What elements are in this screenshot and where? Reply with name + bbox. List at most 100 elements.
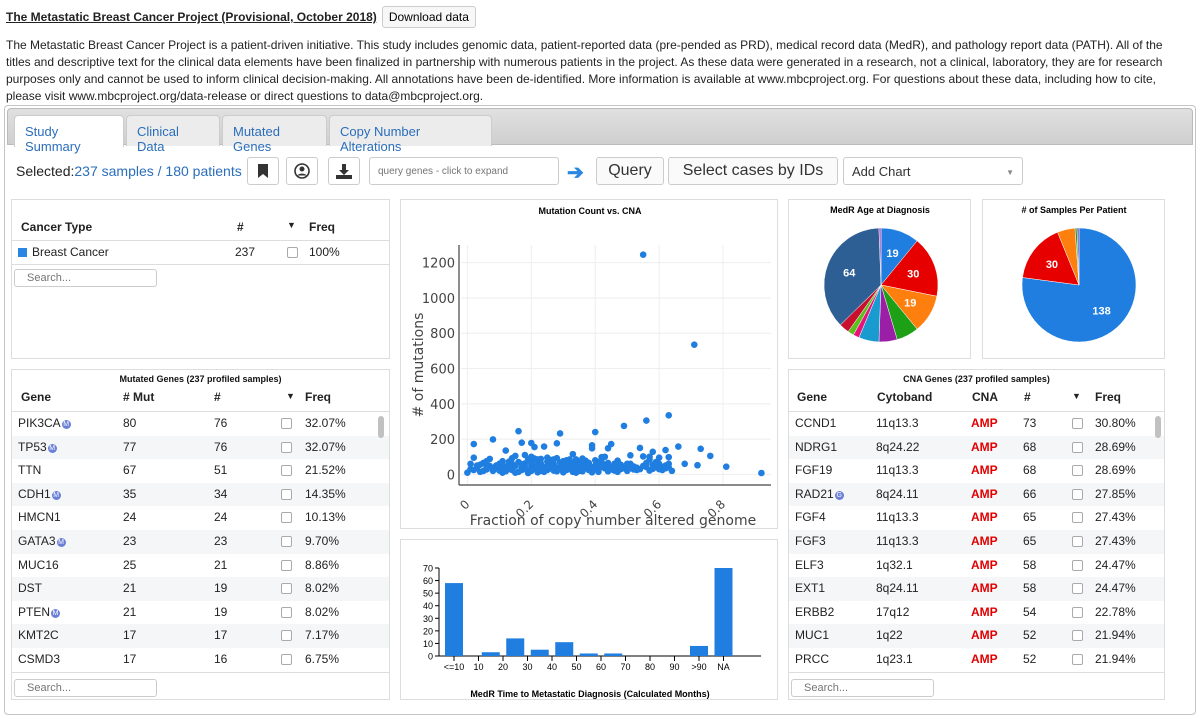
row-checkbox[interactable] [1072, 654, 1083, 665]
sample-count: 51 [214, 459, 227, 483]
table-row[interactable]: ELF3 1q32.1 AMP 58 24.47% [789, 554, 1164, 578]
table-row[interactable]: TP53 M 77 76 32.07% [12, 435, 389, 460]
table-row[interactable]: RAD21 G 8q24.11 AMP 66 27.85% [789, 482, 1164, 507]
tab-mutated-genes[interactable]: Mutated Genes [222, 115, 327, 154]
cna-badge-icon[interactable]: G [834, 490, 844, 500]
row-checkbox[interactable] [281, 512, 292, 524]
query-genes-input[interactable] [369, 157, 559, 185]
add-chart-select[interactable]: Add Chart ▼ [843, 157, 1023, 185]
col-header-cna[interactable]: CNA [972, 390, 998, 404]
row-checkbox[interactable] [1072, 465, 1083, 477]
cna-genes-search-input[interactable] [791, 679, 934, 697]
scrollbar-thumb[interactable] [1155, 416, 1161, 438]
table-row[interactable]: CCND1 11q13.3 AMP 73 30.80% [789, 412, 1164, 436]
select-cases-button[interactable]: Select cases by IDs [668, 157, 838, 185]
row-checkbox[interactable] [281, 559, 292, 571]
col-header-freq[interactable]: Freq [309, 220, 335, 234]
col-header-freq[interactable]: Freq [1095, 390, 1121, 404]
data-point [697, 445, 704, 453]
table-row[interactable]: TTN 67 51 21.52% [12, 459, 389, 483]
col-header-freq[interactable]: Freq [305, 390, 331, 404]
mutation-badge-icon[interactable]: M [61, 420, 71, 429]
tab-clinical-data[interactable]: Clinical Data [126, 115, 220, 154]
row-checkbox[interactable] [1072, 630, 1083, 642]
row-checkbox[interactable] [281, 488, 292, 500]
col-header-count[interactable]: # [1024, 390, 1031, 404]
col-header-mut[interactable]: # Mut [123, 390, 154, 404]
row-checkbox[interactable] [1072, 583, 1083, 595]
row-checkbox[interactable] [1072, 418, 1083, 429]
row-checkbox[interactable] [287, 247, 298, 258]
row-checkbox[interactable] [1072, 559, 1083, 571]
cancer-type-search-input[interactable] [14, 269, 157, 287]
row-checkbox[interactable] [281, 536, 292, 547]
table-row[interactable]: NDRG1 8q24.22 AMP 68 28.69% [789, 435, 1164, 460]
table-row[interactable]: FGF3 11q13.3 AMP 65 27.43% [789, 530, 1164, 554]
col-header-count[interactable]: # [214, 390, 221, 404]
table-row[interactable]: KMT2C 17 17 7.17% [12, 624, 389, 648]
row-checkbox[interactable] [281, 630, 292, 642]
data-point [556, 430, 564, 437]
download-button[interactable] [328, 157, 360, 185]
scrollbar-thumb[interactable] [378, 416, 384, 438]
data-point [483, 457, 490, 465]
row-checkbox[interactable] [1072, 488, 1083, 500]
table-row[interactable]: DST 21 19 8.02% [12, 577, 389, 601]
table-row[interactable]: MUC16 25 21 8.86% [12, 554, 389, 578]
query-button[interactable]: Query [596, 157, 664, 185]
gene-name: FGF4 [795, 506, 826, 530]
table-row[interactable]: ERBB2 17q12 AMP 54 22.78% [789, 601, 1164, 625]
row-checkbox[interactable] [281, 418, 292, 429]
table-row[interactable]: PTEN M 21 19 8.02% [12, 601, 389, 625]
row-checkbox[interactable] [1072, 512, 1083, 524]
selected-count-link[interactable]: 237 samples / 180 patients [74, 163, 241, 179]
table-row[interactable]: GATA3 M 23 23 9.70% [12, 530, 389, 554]
frequency: 24.47% [1095, 554, 1136, 578]
download-data-button[interactable]: Download data [381, 6, 476, 28]
frequency: 28.69% [1095, 436, 1136, 460]
table-row[interactable]: CDH1 M 35 34 14.35% [12, 482, 389, 507]
col-header-cancer-type[interactable]: Cancer Type [21, 220, 92, 234]
row-checkbox[interactable] [281, 654, 292, 665]
table-row[interactable]: PRCC 1q23.1 AMP 52 21.94% [789, 648, 1164, 672]
view-patients-button[interactable] [286, 157, 318, 185]
sort-caret-icon[interactable]: ▼ [286, 391, 295, 401]
col-header-gene[interactable]: Gene [797, 390, 827, 404]
col-header-cytoband[interactable]: Cytoband [877, 390, 932, 404]
gene-name: MUC1 [795, 624, 829, 648]
cytoband: 11q13.3 [876, 459, 919, 483]
row-checkbox[interactable] [281, 465, 292, 477]
row-checkbox[interactable] [1072, 606, 1083, 618]
study-title-link[interactable]: The Metastatic Breast Cancer Project (Pr… [6, 10, 377, 24]
sort-caret-icon[interactable]: ▼ [287, 220, 296, 230]
sort-caret-icon[interactable]: ▼ [1072, 391, 1081, 401]
row-checkbox[interactable] [281, 606, 292, 618]
table-row[interactable]: FGF19 11q13.3 AMP 68 28.69% [789, 459, 1164, 483]
table-row[interactable]: FGF4 11q13.3 AMP 65 27.43% [789, 506, 1164, 530]
table-row[interactable]: CSMD3 17 16 6.75% [12, 648, 389, 672]
table-row[interactable]: Breast Cancer 237 100% [12, 241, 389, 265]
mutation-badge-icon[interactable]: M [51, 608, 61, 618]
row-checkbox[interactable] [281, 441, 292, 453]
x-tick-label: 60 [596, 662, 606, 672]
cytoband-text: 8q24.22 [876, 439, 920, 454]
col-header-gene[interactable]: Gene [21, 390, 51, 404]
tab-copy-number-alterations[interactable]: Copy Number Alterations [329, 115, 492, 154]
bookmark-button[interactable] [247, 157, 279, 185]
row-checkbox[interactable] [1072, 536, 1083, 547]
col-header-count[interactable]: # [237, 220, 244, 234]
table-row[interactable]: EXT1 8q24.11 AMP 58 24.47% [789, 577, 1164, 601]
data-point [611, 464, 618, 472]
table-row[interactable]: PIK3CA M 80 76 32.07% [12, 412, 389, 436]
mutation-badge-icon[interactable]: M [51, 490, 61, 500]
mutation-count: 17 [123, 648, 136, 672]
table-row[interactable]: MUC1 1q22 AMP 52 21.94% [789, 624, 1164, 648]
tab-study-summary[interactable]: Study Summary [14, 115, 124, 154]
row-checkbox[interactable] [1072, 441, 1083, 453]
mutation-badge-icon[interactable]: M [56, 538, 66, 547]
cytoband-text: 8q24.11 [876, 486, 919, 501]
table-row[interactable]: HMCN1 24 24 10.13% [12, 506, 389, 530]
mutation-badge-icon[interactable]: M [47, 443, 57, 453]
mutated-genes-search-input[interactable] [14, 679, 157, 697]
row-checkbox[interactable] [281, 583, 292, 595]
